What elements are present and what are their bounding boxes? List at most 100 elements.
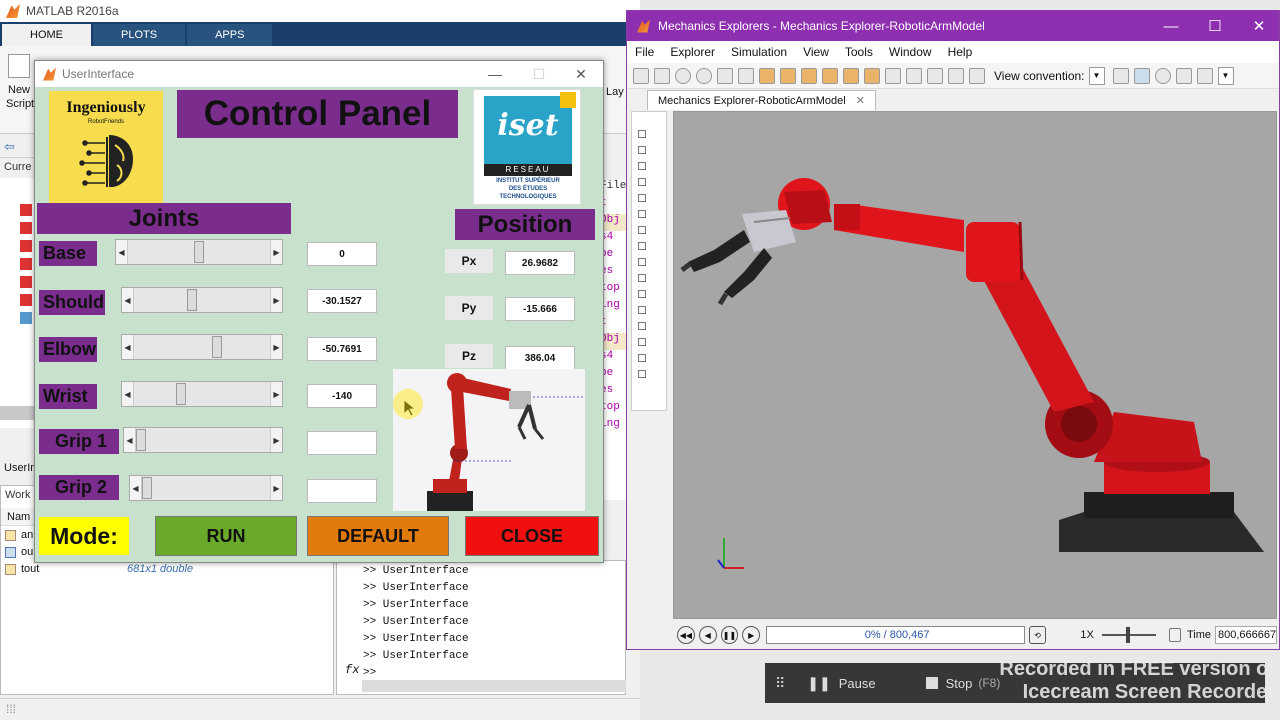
select-pointer-icon[interactable] <box>1133 67 1150 84</box>
m-file-icon[interactable] <box>20 312 32 324</box>
name-column-header[interactable]: Nam <box>7 511 30 523</box>
recorder-pause-label[interactable]: Pause <box>839 676 876 691</box>
tree-expand-icon[interactable] <box>638 194 646 202</box>
base-slider[interactable]: ◀ ▶ <box>115 239 283 265</box>
mat-file-icon[interactable] <box>20 240 32 252</box>
stop-icon[interactable] <box>925 677 938 689</box>
menu-tools[interactable]: Tools <box>845 45 873 59</box>
speed-slider-thumb[interactable] <box>1125 627 1130 643</box>
slider-right-arrow-icon[interactable]: ▶ <box>270 288 282 312</box>
maximize-button[interactable]: ☐ <box>517 61 561 87</box>
tree-expand-icon[interactable] <box>638 178 646 186</box>
tree-expand-icon[interactable] <box>638 242 646 250</box>
pan-icon[interactable] <box>1175 67 1192 84</box>
settings-icon[interactable] <box>717 67 733 84</box>
slider-left-arrow-icon[interactable]: ◀ <box>124 428 136 452</box>
menu-window[interactable]: Window <box>889 45 932 59</box>
menu-help[interactable]: Help <box>948 45 973 59</box>
slider-right-arrow-icon[interactable]: ▶ <box>270 476 282 500</box>
menu-explorer[interactable]: Explorer <box>670 45 715 59</box>
mat-file-icon[interactable] <box>20 276 32 288</box>
tab-close-icon[interactable]: ✕ <box>856 94 865 107</box>
slider-thumb[interactable] <box>142 477 152 499</box>
close-window-button[interactable]: ✕ <box>559 61 603 87</box>
zoom-dropdown[interactable]: ▼ <box>1217 66 1234 85</box>
view-bottom-icon[interactable] <box>864 67 880 84</box>
rewind-icon[interactable]: ◀◀ <box>677 626 695 644</box>
grip1-value[interactable] <box>307 431 377 455</box>
tree-icon[interactable] <box>654 67 670 84</box>
menu-file[interactable]: File <box>635 45 654 59</box>
grip2-slider[interactable]: ◀ ▶ <box>129 475 283 501</box>
tree-expand-icon[interactable] <box>638 130 646 138</box>
grid-layout-icon[interactable] <box>906 67 922 84</box>
tree-expand-icon[interactable] <box>638 290 646 298</box>
px-value[interactable]: 26.9682 <box>505 251 575 275</box>
run-button[interactable]: RUN <box>155 516 297 556</box>
slider-left-arrow-icon[interactable]: ◀ <box>116 240 128 264</box>
tree-expand-icon[interactable] <box>638 306 646 314</box>
view-convention-dropdown[interactable]: ▼ <box>1088 66 1105 85</box>
base-value[interactable]: 0 <box>307 242 377 266</box>
close-button[interactable]: CLOSE <box>465 516 599 556</box>
maximize-button[interactable]: ☐ <box>1193 11 1237 41</box>
mech-document-tab[interactable]: Mechanics Explorer-RoboticArmModel ✕ <box>647 90 876 110</box>
step-back-icon[interactable]: ◀ <box>698 626 717 644</box>
minimize-button[interactable]: — <box>1149 11 1193 41</box>
workspace-var-name[interactable]: ou <box>21 546 33 558</box>
view-front-icon[interactable] <box>759 67 775 84</box>
slider-left-arrow-icon[interactable]: ◀ <box>130 476 142 500</box>
back-arrow-icon[interactable]: ⇦ <box>4 139 15 155</box>
slider-right-arrow-icon[interactable]: ▶ <box>270 240 282 264</box>
new-label[interactable]: New <box>8 84 30 96</box>
command-window[interactable]: >> UserInterface >> UserInterface >> Use… <box>336 560 626 695</box>
new-script-icon[interactable] <box>8 54 30 78</box>
3d-viewport[interactable] <box>673 111 1277 619</box>
tree-expand-icon[interactable] <box>638 258 646 266</box>
pz-value[interactable]: 386.04 <box>505 346 575 370</box>
wrist-slider[interactable]: ◀ ▶ <box>121 381 283 407</box>
slider-left-arrow-icon[interactable]: ◀ <box>122 288 134 312</box>
view-top-icon[interactable] <box>843 67 859 84</box>
tab-home[interactable]: HOME <box>2 24 91 46</box>
fit-view-icon[interactable] <box>738 67 754 84</box>
drag-handle-icon[interactable]: ⠿ <box>775 675 785 692</box>
slider-left-arrow-icon[interactable]: ◀ <box>122 382 134 406</box>
workspace-var-name[interactable]: an <box>21 529 33 541</box>
menu-view[interactable]: View <box>803 45 829 59</box>
slider-thumb[interactable] <box>186 289 197 311</box>
pause-icon[interactable]: ❚❚ <box>720 626 739 644</box>
tree-expand-icon[interactable] <box>638 322 646 330</box>
slider-right-arrow-icon[interactable]: ▶ <box>270 428 282 452</box>
slider-right-arrow-icon[interactable]: ▶ <box>270 382 282 406</box>
workspace-var-name[interactable]: tout <box>21 563 39 575</box>
slider-right-arrow-icon[interactable]: ▶ <box>270 335 282 359</box>
time-field[interactable]: 800,666667 <box>1215 626 1277 644</box>
slider-left-arrow-icon[interactable]: ◀ <box>122 335 134 359</box>
view-right-icon[interactable] <box>822 67 838 84</box>
isometric-icon[interactable] <box>885 67 901 84</box>
grip2-value[interactable] <box>307 479 377 503</box>
selected-file-row[interactable] <box>0 406 36 420</box>
speed-slider[interactable] <box>1101 626 1156 644</box>
single-layout-icon[interactable] <box>927 67 943 84</box>
loop-icon[interactable]: ⟲ <box>1028 626 1047 644</box>
tab-plots[interactable]: PLOTS <box>93 24 186 46</box>
mat-file-icon[interactable] <box>20 258 32 270</box>
view-left-icon[interactable] <box>801 67 817 84</box>
tree-expand-icon[interactable] <box>638 162 646 170</box>
mat-file-icon[interactable] <box>20 294 32 306</box>
elbow-value[interactable]: -50.7691 <box>307 337 377 361</box>
grip1-slider[interactable]: ◀ ▶ <box>123 427 283 453</box>
menu-simulation[interactable]: Simulation <box>731 45 787 59</box>
playback-progress[interactable]: 0% / 800,467 <box>766 626 1025 644</box>
pause-icon[interactable] <box>675 67 691 84</box>
mat-file-icon[interactable] <box>20 204 32 216</box>
arrow-right-icon[interactable] <box>948 67 964 84</box>
default-button[interactable]: DEFAULT <box>307 516 449 556</box>
layout-label[interactable]: Lay <box>606 86 624 98</box>
close-window-button[interactable]: ✕ <box>1237 11 1280 41</box>
slider-thumb[interactable] <box>212 336 223 358</box>
slider-thumb[interactable] <box>136 429 146 451</box>
horizontal-scrollbar[interactable] <box>362 680 626 692</box>
